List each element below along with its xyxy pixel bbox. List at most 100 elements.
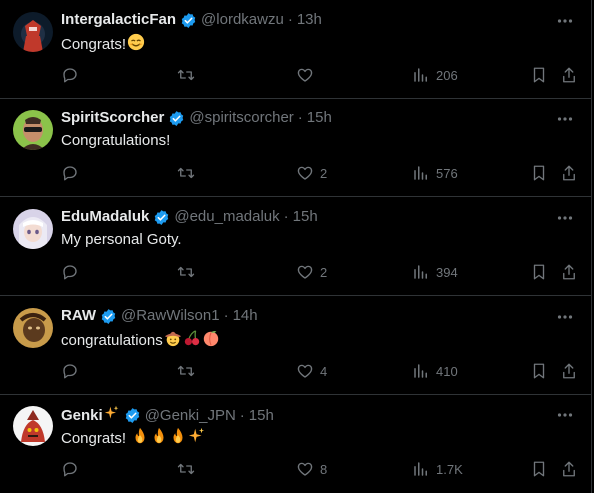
- timestamp[interactable]: 13h: [297, 11, 322, 29]
- verified-badge-icon: [124, 407, 141, 424]
- like-button[interactable]: 2: [296, 162, 327, 184]
- bookmark-icon: [533, 461, 545, 477]
- like-button[interactable]: [296, 64, 320, 86]
- separator-dot: ·: [297, 109, 303, 126]
- timestamp[interactable]: 15h: [293, 208, 318, 226]
- user-handle[interactable]: @edu_madaluk: [174, 208, 279, 226]
- reply-text: Congratulations!: [61, 131, 170, 151]
- display-name[interactable]: IntergalacticFan: [61, 11, 176, 29]
- display-name[interactable]: RAW: [61, 307, 96, 325]
- sparkles-emoji-icon: [104, 405, 120, 426]
- reply-item[interactable]: EduMadaluk @edu_madaluk · 15h My persona…: [0, 197, 592, 296]
- reply-icon: [63, 364, 77, 379]
- share-button[interactable]: [561, 360, 577, 382]
- reply-text-content: Congratulations!: [61, 132, 171, 149]
- repost-button[interactable]: [176, 458, 196, 480]
- display-name[interactable]: SpiritScorcher: [61, 109, 164, 127]
- more-options-icon[interactable]: [557, 211, 573, 223]
- timestamp[interactable]: 15h: [307, 109, 332, 127]
- analytics-icon: [414, 166, 427, 180]
- views-button[interactable]: 394: [412, 261, 458, 283]
- like-button[interactable]: 4: [296, 360, 327, 382]
- more-options-icon[interactable]: [557, 408, 573, 420]
- reply-icon: [63, 462, 77, 477]
- views-button[interactable]: 206: [412, 64, 458, 86]
- share-button[interactable]: [561, 261, 577, 283]
- reply-header: RAW @RawWilson1 · 14h: [61, 307, 551, 325]
- more-options-icon[interactable]: [557, 112, 573, 124]
- bookmark-icon: [533, 264, 545, 280]
- user-handle[interactable]: @lordkawzu: [201, 11, 284, 29]
- reply-item[interactable]: Genki @Genki_JPN · 15h Congrats! 8 1.7K: [0, 394, 592, 493]
- views-button[interactable]: 576: [412, 162, 458, 184]
- fire-emoji-icon: [169, 427, 187, 451]
- reply-header: SpiritScorcher @spiritscorcher · 15h: [61, 109, 551, 127]
- views-button[interactable]: 410: [412, 360, 458, 382]
- analytics-icon: [414, 68, 427, 82]
- bookmark-icon: [533, 363, 545, 379]
- separator-dot: ·: [283, 208, 289, 225]
- like-button[interactable]: 2: [296, 261, 327, 283]
- like-button[interactable]: 8: [296, 458, 327, 480]
- share-button[interactable]: [561, 458, 577, 480]
- share-button[interactable]: [561, 162, 577, 184]
- user-handle[interactable]: @RawWilson1: [121, 307, 220, 325]
- reply-item[interactable]: IntergalacticFan @lordkawzu · 13h Congra…: [0, 0, 592, 99]
- reply-text-content: My personal Goty.: [61, 231, 182, 248]
- sparkles-emoji-icon: [188, 427, 206, 451]
- more-options-icon[interactable]: [557, 310, 573, 322]
- avatar[interactable]: [13, 406, 53, 446]
- repost-icon: [177, 365, 195, 377]
- bookmark-button[interactable]: [531, 162, 547, 184]
- verified-badge-icon: [180, 12, 197, 29]
- share-icon: [563, 67, 575, 83]
- avatar[interactable]: [13, 12, 53, 52]
- repost-button[interactable]: [176, 360, 196, 382]
- reply-text-content: congratulations: [61, 331, 163, 349]
- display-name[interactable]: Genki: [61, 407, 103, 425]
- like-count: 2: [320, 264, 328, 280]
- cherries-emoji-icon: [183, 329, 201, 353]
- reply-text: My personal Goty.: [61, 230, 182, 250]
- views-button[interactable]: 1.7K: [412, 458, 463, 480]
- reply-header: Genki @Genki_JPN · 15h: [61, 405, 551, 426]
- bookmark-button[interactable]: [531, 458, 547, 480]
- reply-text: congratulations: [61, 329, 220, 353]
- avatar[interactable]: [13, 110, 53, 150]
- repost-icon: [177, 69, 195, 81]
- bookmark-button[interactable]: [531, 64, 547, 86]
- view-count: 410: [436, 363, 458, 379]
- reply-item[interactable]: SpiritScorcher @spiritscorcher · 15h Con…: [0, 98, 592, 197]
- reply-button[interactable]: [61, 458, 79, 480]
- reply-actions: 206: [0, 64, 592, 88]
- repost-button[interactable]: [176, 162, 196, 184]
- verified-badge-icon: [168, 110, 185, 127]
- share-icon: [563, 264, 575, 280]
- more-options-icon[interactable]: [557, 14, 573, 26]
- user-handle[interactable]: @Genki_JPN: [145, 407, 236, 425]
- heart-icon: [297, 68, 313, 82]
- reply-button[interactable]: [61, 162, 79, 184]
- repost-button[interactable]: [176, 261, 196, 283]
- reply-button[interactable]: [61, 360, 79, 382]
- timestamp[interactable]: 14h: [233, 307, 258, 325]
- user-handle[interactable]: @spiritscorcher: [189, 109, 293, 127]
- repost-icon: [177, 463, 195, 475]
- avatar[interactable]: [13, 308, 53, 348]
- reply-item[interactable]: RAW @RawWilson1 · 14h congratulations 4: [0, 296, 592, 395]
- smile-emoji-icon: [127, 33, 145, 57]
- display-name[interactable]: EduMadaluk: [61, 208, 149, 226]
- reply-actions: 2 576: [0, 162, 592, 186]
- bookmark-button[interactable]: [531, 261, 547, 283]
- reply-text-content: Congrats!: [61, 35, 127, 53]
- share-button[interactable]: [561, 64, 577, 86]
- reply-button[interactable]: [61, 261, 79, 283]
- reply-button[interactable]: [61, 64, 79, 86]
- bookmark-button[interactable]: [531, 360, 547, 382]
- avatar[interactable]: [13, 209, 53, 249]
- peach-emoji-icon: [202, 329, 220, 353]
- timestamp[interactable]: 15h: [249, 407, 274, 425]
- repost-button[interactable]: [176, 64, 196, 86]
- share-icon: [563, 461, 575, 477]
- reply-text-content: Congrats!: [61, 429, 131, 447]
